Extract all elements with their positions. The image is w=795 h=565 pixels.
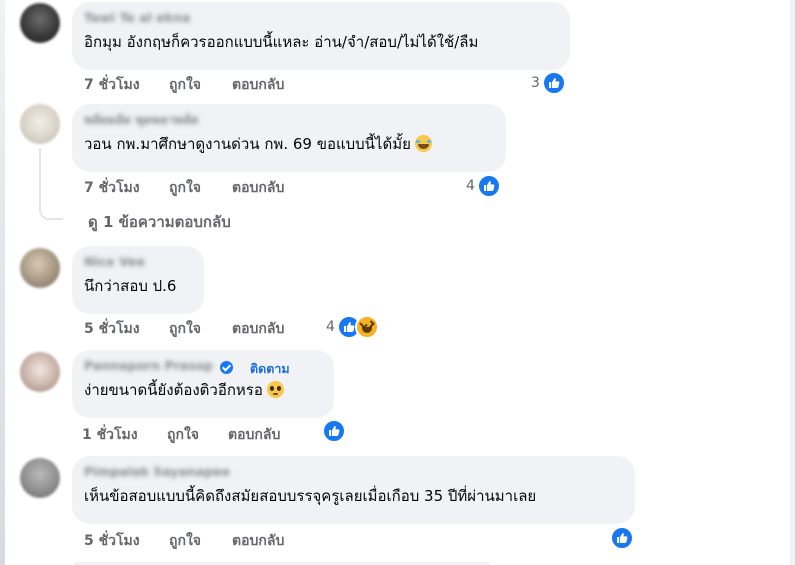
comment-time[interactable]: 1 ชั่วโมง <box>82 425 138 445</box>
comment-author[interactable]: Pimpalak Sayanapee <box>84 464 623 480</box>
reaction-count: 3 <box>531 75 540 91</box>
comment-author[interactable]: พลัดผลัด พุดพลาพลัด <box>84 112 494 128</box>
reaction-summary[interactable] <box>608 526 634 550</box>
avatar[interactable] <box>20 248 60 288</box>
comment-bubble: Tawi Te al ekna อิกมุม อังกฤษก็ควรออกแบบ… <box>72 2 570 70</box>
like-button[interactable]: ถูกใจ <box>169 75 201 95</box>
comment-text: เห็นข้อสอบแบบนี้คิดถึงสมัยสอบบรรจุครูเลย… <box>84 487 537 505</box>
comment-time[interactable]: 5 ชั่วโมง <box>84 319 140 339</box>
comment-text: วอน กพ.มาศึกษาดูงานด่วน กพ. 69 ขอแบบนี้ไ… <box>84 133 494 155</box>
reaction-count: 4 <box>326 319 335 335</box>
haha-icon <box>354 315 379 339</box>
comment-time[interactable]: 7 ชั่วโมง <box>84 178 140 198</box>
laughing-tears-emoji <box>414 135 432 152</box>
comment-text-body: วอน กพ.มาศึกษาดูงานด่วน กพ. 69 ขอแบบนี้ไ… <box>84 135 411 153</box>
like-button[interactable]: ถูกใจ <box>169 178 201 198</box>
verified-badge-icon <box>220 361 233 374</box>
avatar[interactable] <box>20 458 60 498</box>
reaction-summary[interactable]: 4 <box>466 174 501 198</box>
reply-thread-line <box>39 148 63 220</box>
like-icon <box>541 71 566 95</box>
pleading-face-emoji <box>266 381 284 398</box>
reply-button[interactable]: ตอบกลับ <box>232 75 284 95</box>
comment-time[interactable]: 7 ชั่วโมง <box>84 75 140 95</box>
comment-bubble: Pimpalak Sayanapee เห็นข้อสอบแบบนี้คิดถึ… <box>72 456 635 524</box>
comment-bubble: พลัดผลัด พุดพลาพลัด วอน กพ.มาศึกษาดูงานด… <box>72 104 506 172</box>
comment-author[interactable]: Pannaporn Prasop <box>84 358 212 374</box>
comment-bubble: Pannaporn Prasop ง่ายขนาดนี้ยังต้องติวอี… <box>72 350 334 418</box>
comment-text-body: ง่ายขนาดนี้ยังต้องติวอีกหรอ <box>84 381 263 399</box>
like-button[interactable]: ถูกใจ <box>169 319 201 339</box>
reply-button[interactable]: ตอบกลับ <box>232 319 284 339</box>
reply-button[interactable]: ตอบกลับ <box>228 425 280 445</box>
comment-time[interactable]: 5 ชั่วโมง <box>84 531 140 551</box>
follow-button[interactable]: ติดตาม <box>250 359 290 379</box>
avatar[interactable] <box>20 3 60 43</box>
reaction-summary[interactable]: 3 <box>531 71 566 95</box>
view-replies-label: ดู 1 ข้อความตอบกลับ <box>88 213 231 231</box>
comment-text: นึกว่าสอบ ป.6 <box>84 277 177 295</box>
comment-text: อิกมุม อังกฤษก็ควรออกแบบนี้แหละ อ่าน/จำ/… <box>84 33 479 51</box>
reaction-count: 4 <box>466 178 475 194</box>
avatar[interactable] <box>20 352 60 392</box>
comment-text: ง่ายขนาดนี้ยังต้องติวอีกหรอ <box>84 379 322 401</box>
view-replies-link[interactable]: ดู 1 ข้อความตอบกลับ <box>78 212 231 232</box>
like-icon <box>322 419 346 443</box>
comment-author[interactable]: Nice Vee <box>84 254 192 270</box>
reply-arrow-icon <box>78 225 88 227</box>
reaction-summary[interactable] <box>320 419 346 443</box>
comment-section: Tawi Te al ekna อิกมุม อังกฤษก็ควรออกแบบ… <box>0 0 795 565</box>
reaction-summary[interactable]: 4 <box>326 315 379 339</box>
like-button[interactable]: ถูกใจ <box>169 531 201 551</box>
right-page-edge <box>790 0 795 565</box>
comment-bubble: Nice Vee นึกว่าสอบ ป.6 <box>72 246 204 314</box>
like-icon <box>476 174 501 198</box>
reply-button[interactable]: ตอบกลับ <box>232 178 284 198</box>
left-page-edge <box>0 0 5 565</box>
avatar[interactable] <box>20 104 60 144</box>
like-button[interactable]: ถูกใจ <box>167 425 199 445</box>
comment-author[interactable]: Tawi Te al ekna <box>84 10 558 26</box>
reply-button[interactable]: ตอบกลับ <box>232 531 284 551</box>
like-icon <box>610 526 634 550</box>
